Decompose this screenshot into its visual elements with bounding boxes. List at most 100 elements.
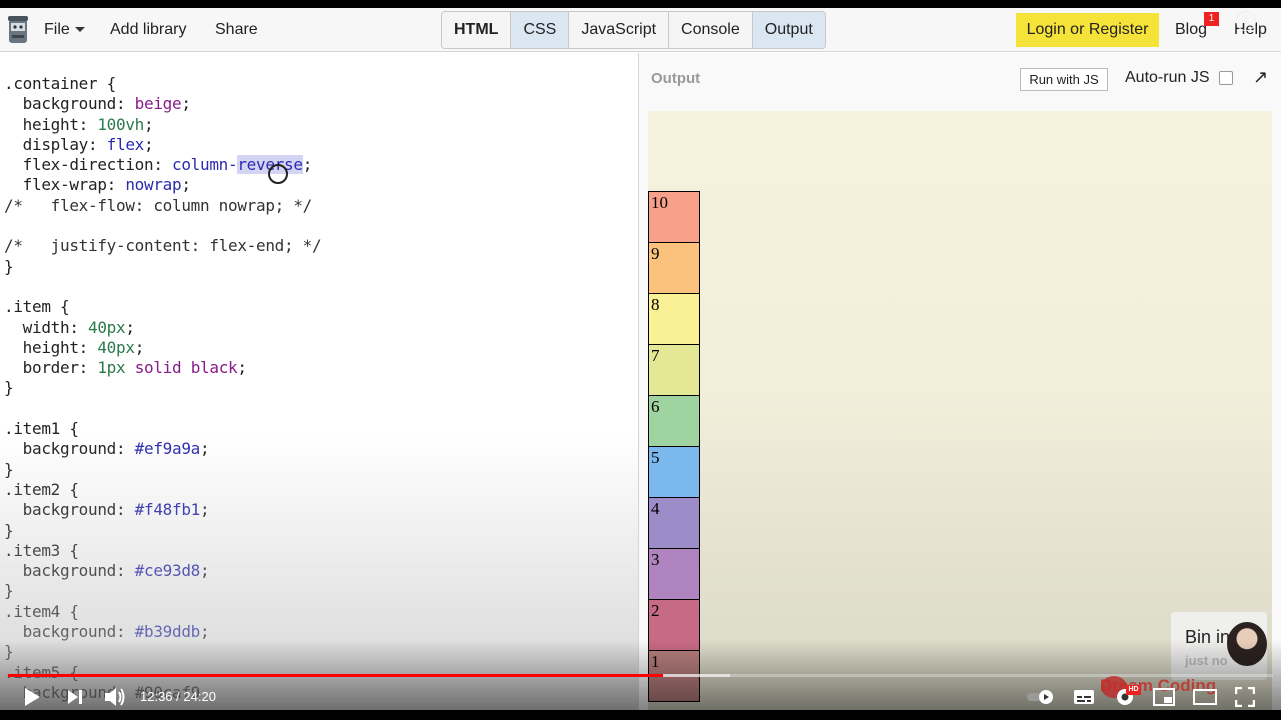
code-token: /* flex-flow: column nowrap; */: [4, 195, 312, 215]
tab-html[interactable]: HTML: [442, 12, 512, 48]
blog-notification-badge: 1: [1204, 12, 1219, 26]
code-line: height: 100vh;: [4, 115, 321, 135]
info-icon[interactable]: i: [1236, 11, 1256, 31]
code-token: 40px: [88, 317, 126, 337]
flex-container: 10 9 8 7 6 5 4 3 2 1: [648, 191, 700, 702]
code-token: background:: [4, 561, 135, 581]
expand-arrow-icon[interactable]: ↗: [1253, 67, 1268, 88]
top-bar: File Add library Share HTML CSS JavaScript…: [0, 8, 1281, 52]
code-token: border:: [4, 358, 98, 378]
code-token: .container {: [4, 74, 116, 93]
code-token: ;: [200, 439, 210, 459]
code-token: 100vh: [97, 114, 145, 134]
avatar: [1227, 622, 1267, 666]
code-line: height: 40px;: [4, 338, 321, 358]
run-with-js-button[interactable]: Run with JS: [1020, 68, 1108, 91]
code-token: 1px: [97, 358, 126, 378]
subtitles-icon[interactable]: [1073, 688, 1095, 706]
code-line: }: [4, 460, 321, 480]
code-line: .item1 {: [4, 419, 321, 439]
flex-item-7: 7: [648, 344, 700, 396]
code-token: 40px: [97, 337, 135, 357]
css-editor[interactable]: .container { background: beige; height: …: [0, 53, 638, 710]
fullscreen-icon[interactable]: [1235, 687, 1255, 707]
tab-output[interactable]: Output: [752, 12, 825, 48]
code-line: width: 40px;: [4, 318, 321, 338]
code-token: .item1 {: [4, 419, 79, 439]
file-menu[interactable]: File: [44, 21, 85, 39]
code-token: width:: [4, 317, 88, 337]
code-token: }: [4, 642, 14, 662]
code-token: }: [4, 256, 14, 276]
code-line: }: [4, 378, 321, 398]
auto-run-checkbox[interactable]: [1219, 71, 1233, 85]
flex-item-3: 3: [648, 548, 700, 600]
code-token: flex-wrap:: [4, 175, 126, 195]
code-line: /* justify-content: flex-end; */: [4, 236, 322, 256]
code-token: nowrap: [125, 175, 182, 195]
code-line: background: #90caf9: [4, 683, 321, 703]
blog-link[interactable]: Blog: [1175, 21, 1207, 39]
next-icon[interactable]: [66, 688, 84, 706]
code-line: /* flex-flow: column nowrap; */: [4, 196, 321, 216]
code-token: ;: [200, 500, 210, 520]
code-token: ;: [302, 155, 313, 175]
theater-mode-icon[interactable]: [1193, 688, 1217, 706]
tab-css[interactable]: CSS: [511, 12, 570, 48]
code-line: background: #f48fb1;: [4, 500, 321, 520]
autoplay-toggle-icon[interactable]: [1026, 689, 1056, 705]
code-token: ;: [181, 175, 191, 195]
play-icon[interactable]: [22, 687, 42, 707]
code-line: background: #ef9a9a;: [4, 439, 321, 459]
code-line: background: beige;: [4, 94, 321, 114]
flex-item-2: 2: [648, 599, 700, 651]
tab-javascript[interactable]: JavaScript: [569, 12, 670, 48]
volume-icon[interactable]: [103, 686, 127, 708]
card-subtitle: just no: [1185, 653, 1228, 668]
code-token: #b39ddb: [134, 622, 201, 642]
code-token: }: [4, 378, 14, 398]
flex-item-10: 10: [648, 191, 700, 243]
video-player: File Add library Share HTML CSS JavaScript…: [0, 0, 1281, 720]
panel-tabs: HTML CSS JavaScript Console Output: [441, 11, 826, 49]
code-token: ;: [144, 134, 154, 154]
flex-item-4: 4: [648, 497, 700, 549]
code-token: #ef9a9a: [134, 439, 201, 459]
code-line: background: #ce93d8;: [4, 561, 321, 581]
code-token: height:: [4, 337, 98, 357]
code-line: background: #b39ddb;: [4, 622, 321, 642]
code-token: black: [190, 358, 238, 378]
code-token: background:: [4, 94, 135, 114]
code-token: #ce93d8: [134, 561, 201, 581]
progress-bar[interactable]: [8, 674, 1273, 677]
hd-badge: HD: [1126, 685, 1141, 695]
code-token: background:: [4, 622, 135, 642]
code-token: flex: [106, 134, 145, 154]
flex-item-6: 6: [648, 395, 700, 447]
flex-item-8: 8: [648, 293, 700, 345]
code-line: .item2 {: [4, 480, 321, 500]
code-token: solid: [134, 358, 182, 378]
code-token: background:: [4, 500, 135, 520]
auto-run-label: Auto-run JS: [1125, 69, 1210, 86]
code-token: .item3 {: [4, 540, 79, 560]
code-token: ;: [181, 94, 191, 114]
share-menu[interactable]: Share: [215, 21, 258, 39]
code-token: display:: [4, 134, 107, 154]
code-token: flex-direction:: [4, 155, 172, 175]
miniplayer-icon[interactable]: [1153, 688, 1175, 706]
add-library-menu[interactable]: Add library: [110, 21, 186, 39]
tab-console[interactable]: Console: [669, 12, 753, 48]
code-line: }: [4, 581, 321, 601]
code-token: .item4 {: [4, 601, 79, 621]
code-token: ;: [237, 358, 247, 378]
login-register-button[interactable]: Login or Register: [1016, 13, 1159, 47]
code-token: ;: [200, 561, 210, 581]
code-line: .item5 {: [4, 663, 321, 683]
bin-info-card[interactable]: Bin in just no: [1171, 612, 1267, 680]
flex-item-5: 5: [648, 446, 700, 498]
code-token: ;: [144, 114, 154, 134]
flex-item-9: 9: [648, 242, 700, 294]
